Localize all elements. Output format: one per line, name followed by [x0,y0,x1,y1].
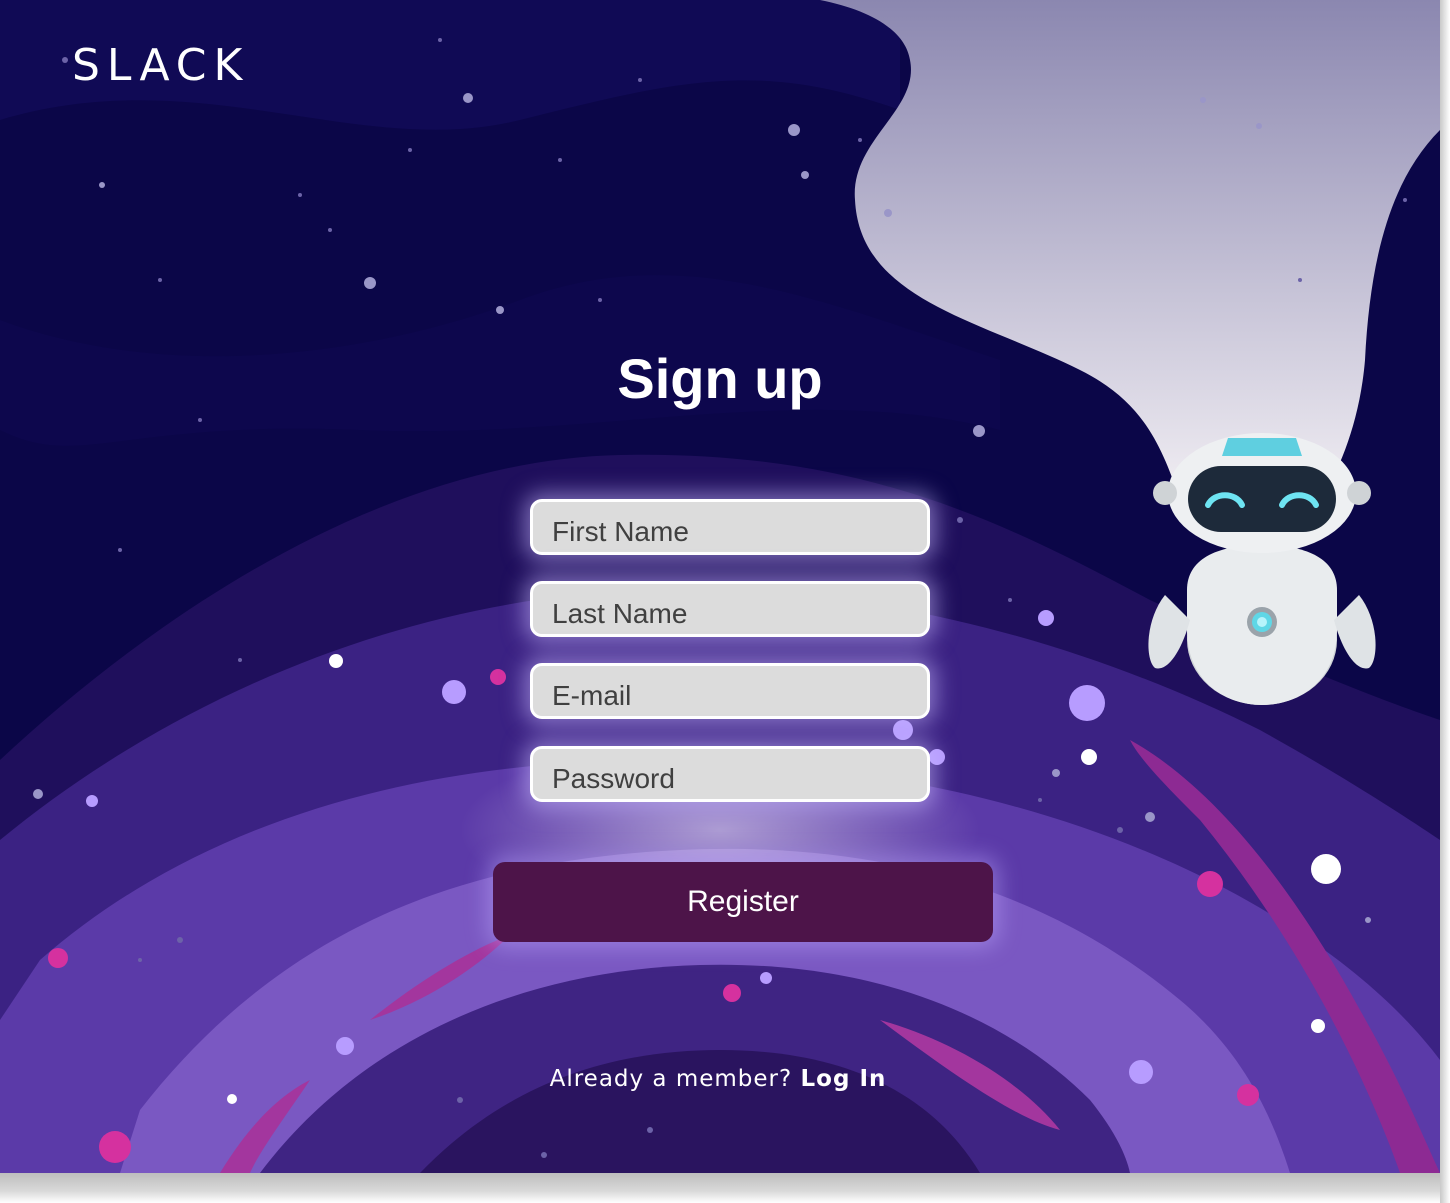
password-input[interactable] [530,746,930,802]
email-input[interactable] [530,663,930,719]
login-prompt: Already a member? Log In [480,1066,956,1092]
login-prompt-text: Already a member? [549,1066,793,1092]
login-link[interactable]: Log In [801,1066,887,1092]
bottom-shadow [0,1173,1450,1203]
right-shadow [1440,0,1450,1203]
register-button[interactable]: Register [493,862,993,942]
first-name-input[interactable] [530,499,930,555]
signup-screen: SLACK Sign up Register Already a member?… [0,0,1440,1173]
slack-logo: SLACK [72,40,250,91]
page-title: Sign up [617,347,823,410]
last-name-input[interactable] [530,581,930,637]
